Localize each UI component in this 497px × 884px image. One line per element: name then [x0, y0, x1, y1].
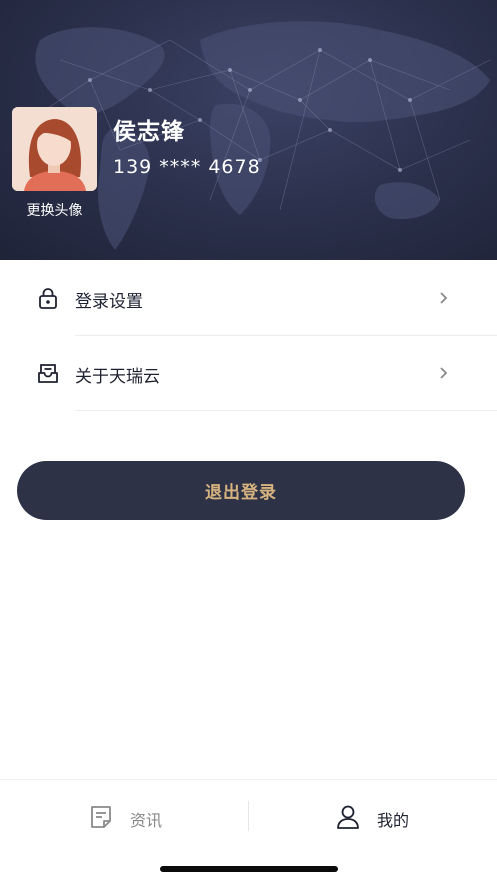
logout-button[interactable]: 退出登录 [17, 461, 465, 520]
divider [75, 410, 497, 411]
menu-item-about[interactable]: 关于天瑞云 [0, 336, 497, 411]
avatar[interactable] [12, 107, 97, 191]
tab-label: 资讯 [130, 811, 163, 830]
menu-item-label: 登录设置 [75, 292, 143, 312]
tab-label: 我的 [377, 811, 410, 830]
avatar-illustration [12, 107, 97, 191]
user-phone: 139 **** 4678 [113, 156, 261, 178]
change-avatar-label[interactable]: 更换头像 [12, 200, 97, 220]
person-icon [337, 805, 359, 829]
chevron-right-icon [440, 292, 448, 304]
user-name: 侯志锋 [113, 119, 185, 145]
chevron-right-icon [440, 367, 448, 379]
menu-item-label: 关于天瑞云 [75, 367, 160, 387]
profile-header: 更换头像 侯志锋 139 **** 4678 [0, 0, 497, 260]
document-icon [91, 806, 111, 828]
lock-icon [39, 288, 57, 309]
inbox-icon [38, 364, 58, 383]
home-indicator [160, 866, 338, 872]
tab-news[interactable]: 资讯 [0, 780, 248, 854]
menu-item-login-settings[interactable]: 登录设置 [0, 261, 497, 336]
tab-mine[interactable]: 我的 [249, 780, 497, 854]
